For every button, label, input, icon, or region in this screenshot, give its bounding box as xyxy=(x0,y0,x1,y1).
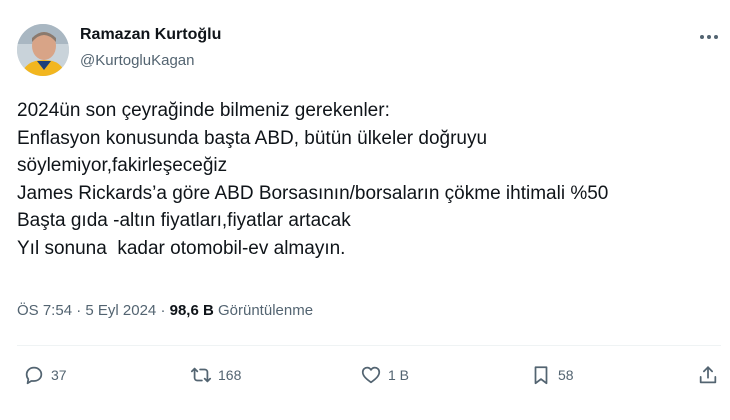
divider xyxy=(17,345,721,346)
heart-icon xyxy=(361,366,381,384)
reply-icon xyxy=(25,366,43,385)
views-label: Görüntülenme xyxy=(213,302,314,319)
like-count: 1 B xyxy=(388,367,410,383)
tweet-text: 2024ün son çeyrağinde bilmeniz gerekenle… xyxy=(17,97,717,262)
author-handle[interactable]: @KurtogluKagan xyxy=(80,52,194,69)
avatar-image xyxy=(17,24,69,76)
retweet-button[interactable]: 168 xyxy=(190,364,241,386)
tweet-time[interactable]: ÖS 7:54 xyxy=(17,302,72,319)
tweet-text-line: Enflasyon konusunda başta ABD, bütün ülk… xyxy=(17,127,488,149)
reply-count: 37 xyxy=(51,367,67,383)
avatar[interactable] xyxy=(17,24,69,76)
share-button[interactable] xyxy=(697,364,719,386)
action-bar: 37 168 1 B 58 xyxy=(0,360,730,396)
reply-button[interactable]: 37 xyxy=(23,364,67,386)
tweet-date[interactable]: 5 Eyl 2024 xyxy=(85,302,156,319)
tweet-card: Ramazan Kurtoğlu @KurtogluKagan 2024ün s… xyxy=(0,0,730,420)
tweet-text-line: James Rickards’a göre ABD Borsasının/bor… xyxy=(17,182,609,204)
bookmark-count: 58 xyxy=(558,367,574,383)
share-icon xyxy=(699,366,717,384)
tweet-text-line: söylemiyor,fakirleşeceğiz xyxy=(17,155,228,176)
meta-separator: · xyxy=(72,302,86,319)
bookmark-button[interactable]: 58 xyxy=(530,364,574,386)
meta-separator: · xyxy=(156,302,170,319)
bookmark-icon xyxy=(534,366,548,385)
tweet-text-line: 2024ün son çeyrağinde bilmeniz gerekenle… xyxy=(17,100,390,121)
retweet-icon xyxy=(190,367,212,383)
like-button[interactable]: 1 B xyxy=(360,364,409,386)
tweet-text-line: Yıl sonuna kadar otomobil-ev almayın. xyxy=(17,237,346,259)
tweet-meta: ÖS 7:54 · 5 Eyl 2024 · 98,6 B Görüntülen… xyxy=(17,302,313,319)
views-count: 98,6 B xyxy=(169,302,214,319)
retweet-count: 168 xyxy=(218,367,242,383)
more-icon[interactable] xyxy=(696,27,722,47)
author-name[interactable]: Ramazan Kurtoğlu xyxy=(80,26,221,44)
tweet-text-line: Başta gıda -altın fiyatları,fiyatlar art… xyxy=(17,210,351,231)
